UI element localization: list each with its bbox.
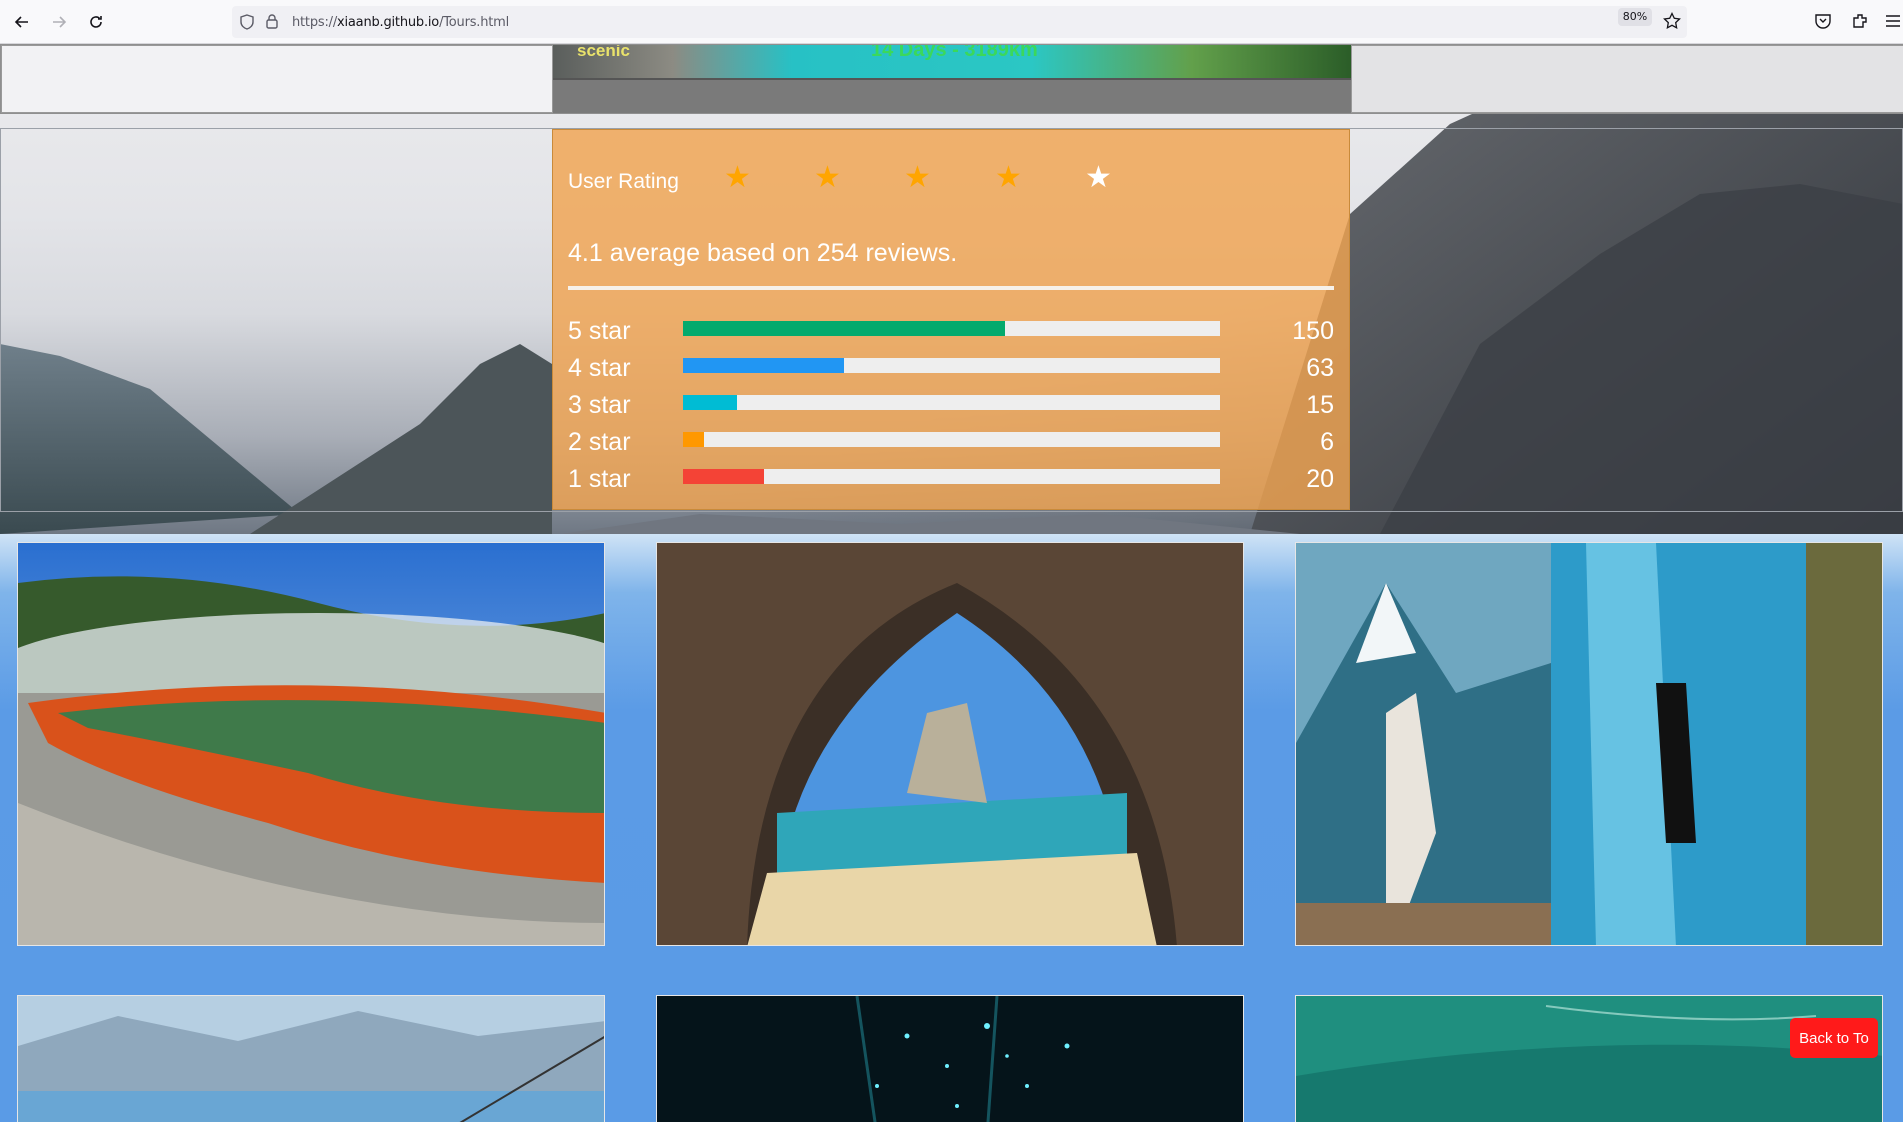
rating-bar-fill (683, 321, 1006, 336)
star-icon: ★ (904, 161, 931, 194)
lake-mountains-photo[interactable] (17, 995, 605, 1122)
tour-card-footer (553, 78, 1351, 113)
url-scheme: https:// (292, 15, 337, 30)
rating-bar-label: 3 star (568, 391, 631, 419)
rating-bar-track (683, 432, 1220, 447)
glowworm-cave-image (657, 996, 1243, 1122)
champagne-pool-image (18, 543, 604, 945)
rating-bar-row: 3 star 15 (568, 391, 1334, 421)
glowworm-cave-photo[interactable] (656, 995, 1244, 1122)
star-icon: ★ (995, 161, 1022, 194)
rating-bar-track (683, 469, 1220, 484)
glacier-photo[interactable] (1295, 542, 1883, 946)
rating-bar-label: 5 star (568, 317, 631, 345)
tour-card-right-panel (1351, 45, 1903, 113)
extensions-icon[interactable] (1851, 12, 1869, 35)
rating-bar-fill (683, 358, 845, 373)
rating-bar-fill (683, 432, 705, 447)
aerial-sea-photo[interactable] (1295, 995, 1883, 1122)
url-host: xiaanb.github.io (337, 15, 440, 30)
page: scenic 14 Days - 3189km User Rating ★ ★ … (0, 44, 1903, 1122)
rating-bar-count: 20 (1306, 465, 1334, 493)
rating-bar-label: 2 star (568, 428, 631, 456)
forward-arrow-icon[interactable] (47, 10, 71, 34)
user-rating-card: User Rating ★ ★ ★ ★ ★ 4.1 average based … (552, 129, 1350, 510)
rating-bar-track (683, 358, 1220, 373)
tour-banner-image[interactable]: scenic 14 Days - 3189km (553, 45, 1351, 78)
reload-icon[interactable] (84, 10, 108, 34)
rating-bar-row: 4 star 63 (568, 354, 1334, 384)
banner-route-text: 14 Days - 3189km (871, 45, 1038, 61)
tour-card-left-panel (1, 45, 553, 113)
rating-bar-count: 15 (1306, 391, 1334, 419)
pocket-icon[interactable] (1814, 12, 1832, 35)
champagne-pool-photo[interactable] (17, 542, 605, 946)
rating-bar-label: 4 star (568, 354, 631, 382)
url-path: /Tours.html (439, 15, 510, 30)
rating-bar-fill (683, 395, 737, 410)
rating-bar-row: 2 star 6 (568, 428, 1334, 458)
rating-bar-count: 150 (1292, 317, 1334, 345)
lock-icon[interactable] (264, 13, 280, 34)
rating-divider (568, 286, 1334, 290)
rating-heading: User Rating (568, 170, 679, 193)
url-text[interactable]: https://xiaanb.github.io/Tours.html (292, 15, 509, 30)
zoom-level-badge[interactable]: 80% (1618, 8, 1652, 26)
back-to-top-button[interactable]: Back to To (1790, 1018, 1878, 1058)
rating-bar-row: 1 star 20 (568, 465, 1334, 495)
star-icon: ★ (724, 161, 751, 194)
rating-bar-label: 1 star (568, 465, 631, 493)
bookmark-star-icon[interactable] (1663, 11, 1681, 35)
cathedral-cove-image (657, 543, 1243, 945)
rating-bar-track (683, 395, 1220, 410)
aerial-sea-image (1296, 996, 1882, 1122)
rating-bar-count: 6 (1320, 428, 1334, 456)
url-bar[interactable]: https://xiaanb.github.io/Tours.html (232, 6, 1687, 38)
lake-mountains-image (18, 996, 604, 1122)
browser-toolbar: https://xiaanb.github.io/Tours.html 80% (0, 0, 1903, 44)
back-arrow-icon[interactable] (10, 10, 34, 34)
cathedral-cove-photo[interactable] (656, 542, 1244, 946)
menu-icon[interactable] (1885, 12, 1901, 35)
rating-summary: 4.1 average based on 254 reviews. (568, 239, 958, 267)
rating-bar-count: 63 (1306, 354, 1334, 382)
shield-icon[interactable] (239, 14, 255, 35)
rating-bar-track (683, 321, 1220, 336)
rating-bar-fill (683, 469, 764, 484)
banner-left-text: scenic (577, 45, 630, 60)
star-icon: ★ (814, 161, 841, 194)
star-icon: ★ (1085, 161, 1112, 194)
rating-bar-row: 5 star 150 (568, 317, 1334, 347)
glacier-image (1296, 543, 1882, 945)
tour-card-bottom: scenic 14 Days - 3189km (0, 44, 1903, 114)
